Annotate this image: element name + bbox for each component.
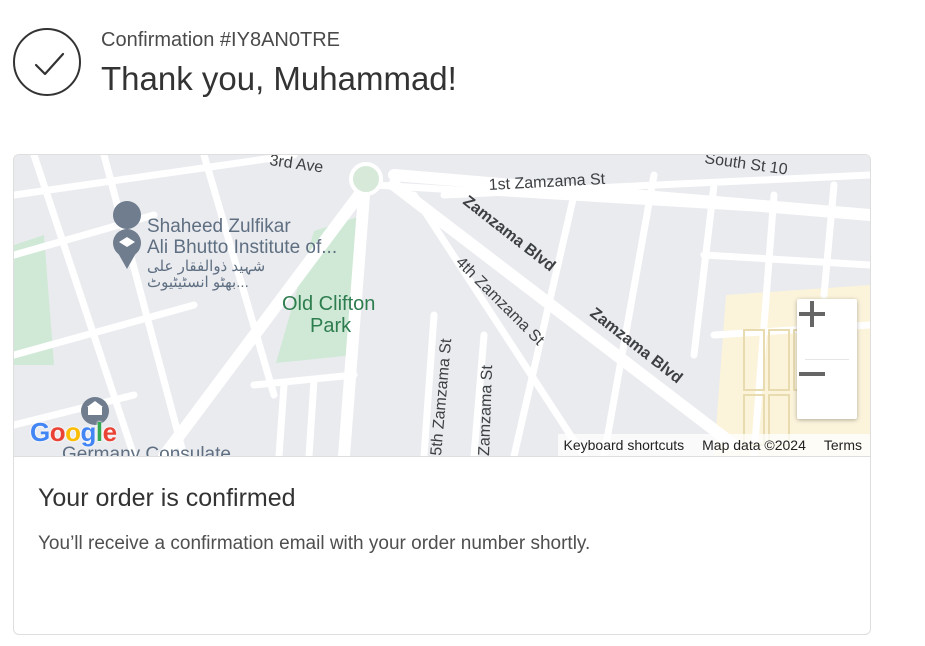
- minus-icon: [799, 372, 825, 376]
- map-data-label: Map data ©2024: [702, 437, 806, 453]
- order-confirmed-description: You’ll receive a confirmation email with…: [38, 533, 591, 554]
- zoom-controls: [797, 299, 857, 419]
- zoom-in-button[interactable]: [797, 299, 857, 359]
- map-label: Zamzama St: [476, 364, 496, 456]
- google-letter: o: [65, 417, 81, 447]
- google-letter: G: [30, 417, 50, 447]
- order-confirmed-heading: Your order is confirmed: [38, 484, 296, 512]
- keyboard-shortcuts-link[interactable]: Keyboard shortcuts: [564, 437, 685, 453]
- confirmation-number: Confirmation #IY8AN0TRE: [101, 29, 340, 51]
- zoom-out-button[interactable]: [797, 359, 857, 419]
- google-logo: Google: [30, 417, 117, 448]
- institute-marker: [113, 201, 142, 229]
- map-attribution: Keyboard shortcuts Map data ©2024 Terms: [557, 434, 870, 456]
- map-label: شہید ذوالفقار علی: [147, 258, 265, 275]
- google-letter: o: [49, 417, 66, 447]
- plus-icon: [799, 301, 825, 327]
- map-label: Shaheed Zulfikar: [147, 216, 291, 237]
- google-letter: l: [95, 417, 103, 447]
- map-label: بھٹو انسٹیٹیوٹ...: [147, 274, 249, 291]
- thank-you-heading: Thank you, Muhammad!: [101, 60, 457, 97]
- google-letter: g: [80, 417, 97, 447]
- map-label: Old Clifton: [282, 293, 375, 315]
- confirmation-check-icon: [13, 28, 81, 96]
- terms-link[interactable]: Terms: [824, 437, 862, 453]
- google-letter: e: [102, 417, 117, 447]
- order-status-card: 3rd Ave South St 10 1st Zamzama St Zamza…: [13, 154, 871, 635]
- map-label: Ali Bhutto Institute of...: [147, 237, 337, 258]
- map-view[interactable]: 3rd Ave South St 10 1st Zamzama St Zamza…: [14, 155, 870, 456]
- map-label: Park: [310, 315, 352, 337]
- card-divider: [14, 456, 870, 457]
- map-canvas[interactable]: 3rd Ave South St 10 1st Zamzama St Zamza…: [14, 155, 870, 456]
